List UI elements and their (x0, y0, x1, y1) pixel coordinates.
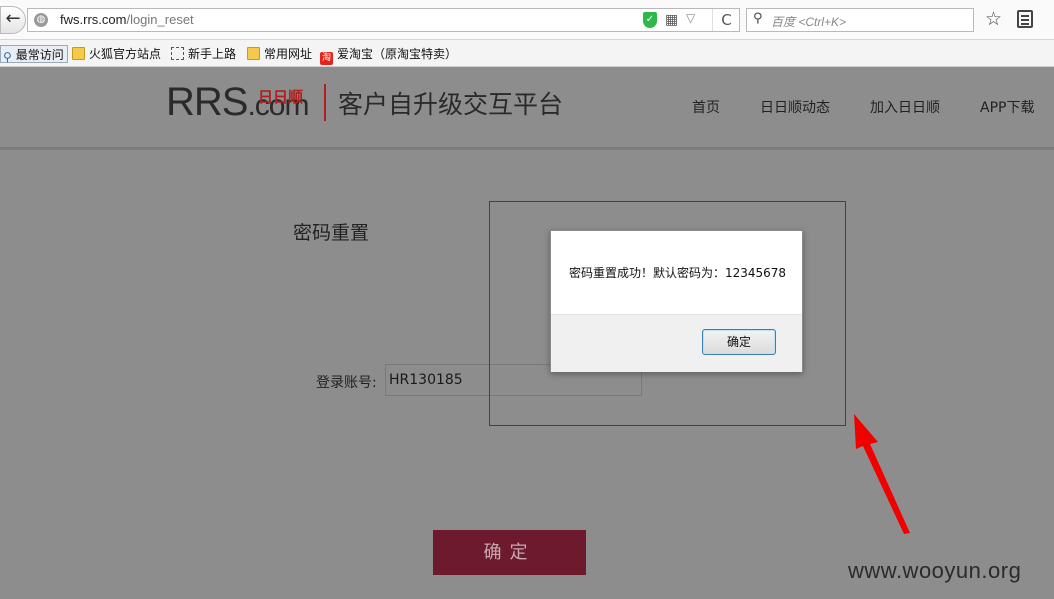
shield-icon[interactable]: ✓ (643, 12, 657, 28)
search-input[interactable]: ⚲ 百度 <Ctrl+K> (746, 8, 974, 32)
dialog-ok-button[interactable]: 确定 (702, 329, 776, 355)
dialog-message: 密码重置成功！默认密码为：12345678 (568, 266, 787, 280)
browser-toolbar: ← ◍ fws.rrs.com/login_reset ✓ ▦ ▽ C ⚲ 百度… (0, 0, 1054, 40)
back-button[interactable]: ← (0, 6, 26, 34)
bookmark-ai-taobao[interactable]: 淘爱淘宝（原淘宝特卖） (320, 45, 457, 65)
url-bar[interactable]: ◍ fws.rrs.com/login_reset ✓ ▦ ▽ C (27, 8, 740, 32)
site-header: RRS.com 日日顺 客户自升级交互平台 首页 日日顺动态 加入日日顺 APP… (0, 68, 1054, 150)
refresh-button[interactable]: C (712, 9, 740, 31)
search-placeholder: 百度 <Ctrl+K> (771, 15, 847, 29)
bookmark-common-sites[interactable]: 常用网址 (247, 45, 312, 63)
url-text: fws.rrs.com/login_reset (60, 12, 194, 27)
globe-icon: ◍ (34, 13, 48, 27)
page-icon (171, 47, 184, 60)
dialog-footer: 确定 (551, 314, 802, 372)
account-label: 登录账号: (316, 375, 377, 391)
watermark: www.wooyun.org (848, 558, 1022, 583)
folder-icon (72, 47, 85, 60)
folder-icon (247, 47, 260, 60)
bookmark-most-visited[interactable]: ⚲ 最常访问 (0, 45, 68, 64)
submit-button[interactable]: 确定 (433, 530, 586, 575)
logo-cn-text: 日日顺 (258, 89, 304, 106)
bookmark-getting-started[interactable]: 新手上路 (171, 45, 236, 63)
back-arrow-icon: ← (5, 8, 21, 29)
page-title: 密码重置 (293, 222, 370, 244)
bookmarks-bar: ⚲ 最常访问 火狐官方站点 新手上路 常用网址 淘爱淘宝（原淘宝特卖） (0, 40, 1054, 67)
alert-dialog: 密码重置成功！默认密码为：12345678 确定 (550, 230, 803, 372)
taobao-icon: 淘 (320, 52, 333, 65)
nav-home[interactable]: 首页 (692, 97, 720, 117)
bookmark-star-icon[interactable]: ☆ (985, 8, 1002, 30)
nav-news[interactable]: 日日顺动态 (760, 97, 830, 117)
nav-app-download[interactable]: APP下载 (980, 97, 1034, 117)
reading-list-icon[interactable] (1017, 10, 1033, 28)
bookmark-firefox-official[interactable]: 火狐官方站点 (72, 45, 161, 63)
search-icon: ⚲ (3, 50, 12, 64)
rrs-logo[interactable]: RRS.com 日日顺 (166, 80, 309, 128)
red-arrow-icon (854, 414, 910, 534)
logo-divider (324, 84, 326, 121)
refresh-icon: C (721, 11, 732, 29)
search-icon: ⚲ (753, 11, 763, 26)
qr-code-icon[interactable]: ▦ (665, 12, 678, 28)
nav-join[interactable]: 加入日日顺 (870, 97, 940, 117)
chevron-down-icon[interactable]: ▽ (686, 11, 695, 25)
platform-title: 客户自升级交互平台 (338, 90, 564, 119)
